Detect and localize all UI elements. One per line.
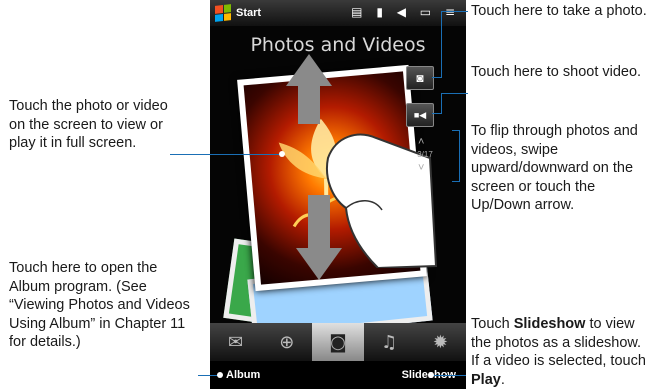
callout-dot [217, 372, 223, 378]
tab-bar: ✉ ⊕ ◙ ♫ ✹ [210, 323, 466, 361]
screen-title: Photos and Videos [250, 34, 426, 56]
settings-icon: ✹ [432, 331, 448, 353]
callout-dot [428, 372, 434, 378]
chevron-down-icon: ˅ [418, 162, 425, 174]
leader-line [441, 93, 442, 114]
swipe-up-arrow-shaft [298, 84, 320, 124]
leader-line [441, 11, 468, 12]
mail-icon: ✉ [228, 331, 244, 353]
swipe-up-arrow-icon [286, 54, 332, 86]
tab-mail[interactable]: ✉ [210, 323, 261, 361]
leader-line [441, 11, 442, 78]
phone-screen: Start ▤ ▮ ◀ ▭ ≡ Photos and Videos ◙ ■◀ ˄… [210, 0, 466, 389]
leader-line [170, 154, 282, 155]
down-arrow-button[interactable]: ˅ [418, 162, 424, 174]
tab-music[interactable]: ♫ [364, 323, 415, 361]
callout-text: . [500, 371, 505, 388]
music-icon: ♫ [381, 331, 398, 353]
leader-line [441, 93, 468, 94]
callout-album: Touch here to open the Album program. (S… [9, 260, 190, 350]
callout-flip: To flip through photos and videos, swipe… [471, 123, 638, 213]
take-photo-button[interactable]: ◙ [406, 66, 434, 90]
leader-line [432, 375, 466, 376]
slideshow-emphasis: Slideshow [513, 316, 586, 332]
play-emphasis: Play [471, 371, 501, 388]
start-label[interactable]: Start [236, 7, 261, 19]
callout-shoot-video: Touch here to shoot video. [471, 64, 642, 80]
video-camera-icon: ■◀ [413, 109, 427, 120]
tab-internet[interactable]: ⊕ [261, 323, 312, 361]
up-arrow-button[interactable]: ˄ [418, 136, 424, 148]
globe-icon: ⊕ [279, 331, 295, 353]
camera-tab-icon: ◙ [329, 331, 347, 353]
callout-slideshow: Touch Slideshow to view the photos as a … [471, 315, 653, 389]
callout-view-photo: Touch the photo or video on the screen t… [9, 98, 168, 151]
status-bar: Start ▤ ▮ ◀ ▭ ≡ [210, 0, 466, 26]
album-softkey[interactable]: Album [226, 369, 260, 381]
callout-take-photo: Touch here to take a photo. [471, 3, 647, 19]
shoot-video-button[interactable]: ■◀ [406, 103, 434, 127]
chevron-up-icon: ˄ [418, 136, 425, 148]
camera-icon: ◙ [416, 71, 424, 85]
leader-line [452, 181, 460, 182]
windows-start-icon[interactable] [215, 4, 231, 22]
status-icons: ▤ ▮ ◀ ▭ ≡ [351, 5, 460, 19]
tab-photos[interactable]: ◙ [312, 323, 364, 361]
callout-dot [279, 151, 285, 157]
photo-counter: 3/17 [417, 150, 433, 159]
leader-line [459, 130, 460, 182]
callout-text: Touch [471, 316, 514, 332]
tab-settings[interactable]: ✹ [415, 323, 466, 361]
